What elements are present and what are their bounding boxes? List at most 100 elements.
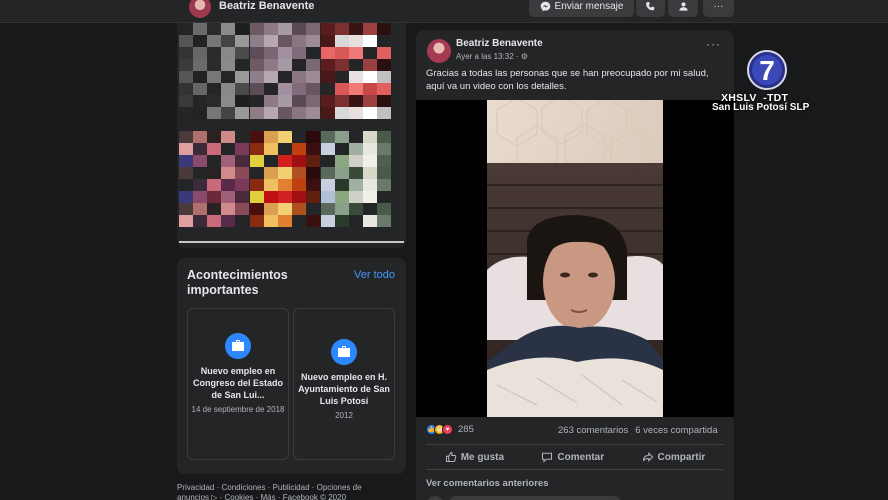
person-icon bbox=[678, 1, 688, 11]
photo-pixel bbox=[278, 95, 292, 107]
photo-pixel bbox=[377, 59, 391, 71]
photo-pixel bbox=[221, 59, 235, 71]
footer-links[interactable]: Privacidad · Condiciones · Publicidad · … bbox=[177, 483, 387, 500]
photo-pixel bbox=[335, 83, 349, 95]
post-options-button[interactable]: ··· bbox=[706, 38, 721, 50]
photo-pixel bbox=[321, 155, 335, 167]
photo-pixel bbox=[306, 155, 320, 167]
life-event-tile[interactable]: Nuevo empleo en Congreso del Estado de S… bbox=[187, 308, 289, 460]
view-previous-comments-link[interactable]: Ver comentarios anteriores bbox=[426, 478, 549, 489]
photo-pixel bbox=[278, 131, 292, 143]
photo-pixel bbox=[221, 167, 235, 179]
photo-pixel bbox=[321, 191, 335, 203]
photo-pixel bbox=[306, 47, 320, 59]
photo-pixel bbox=[221, 107, 235, 119]
photo-pixel bbox=[250, 143, 264, 155]
photo-pixel bbox=[193, 83, 207, 95]
post-author-avatar[interactable] bbox=[427, 39, 451, 63]
photo-thumbnail[interactable] bbox=[250, 23, 320, 119]
channel-logo-number: 7 bbox=[759, 55, 775, 86]
photo-pixel bbox=[321, 59, 335, 71]
photo-pixel bbox=[377, 131, 391, 143]
photo-pixel bbox=[278, 107, 292, 119]
more-options-button[interactable]: ··· bbox=[703, 0, 734, 17]
comments-count-link[interactable]: 263 comentarios bbox=[558, 425, 628, 436]
photo-pixel bbox=[306, 131, 320, 143]
post-author-name[interactable]: Beatriz Benavente bbox=[456, 38, 543, 49]
photo-pixel bbox=[207, 203, 221, 215]
post-timestamp[interactable]: Ayer a las 13:32 · ⚙ bbox=[456, 52, 528, 61]
life-event-tile[interactable]: Nuevo empleo en H. Ayuntamiento de San L… bbox=[293, 308, 395, 460]
photo-pixel bbox=[179, 107, 193, 119]
photo-pixel bbox=[349, 107, 363, 119]
life-event-title: Nuevo empleo en Congreso del Estado de S… bbox=[192, 366, 283, 400]
photo-pixel bbox=[363, 191, 377, 203]
profile-avatar[interactable] bbox=[187, 0, 213, 20]
life-events-title: Acontecimientos importantes bbox=[187, 268, 288, 297]
profile-name[interactable]: Beatriz Benavente bbox=[219, 0, 314, 12]
like-button[interactable]: Me gusta bbox=[445, 451, 504, 463]
photo-pixel bbox=[292, 95, 306, 107]
photo-pixel bbox=[363, 155, 377, 167]
photo-pixel bbox=[179, 131, 193, 143]
photo-pixel bbox=[193, 215, 207, 227]
photo-pixel bbox=[278, 143, 292, 155]
photo-pixel bbox=[179, 155, 193, 167]
photo-pixel bbox=[207, 167, 221, 179]
friend-status-button[interactable] bbox=[668, 0, 698, 17]
share-button[interactable]: Compartir bbox=[642, 451, 705, 463]
photo-pixel bbox=[321, 35, 335, 47]
photo-pixel bbox=[363, 59, 377, 71]
call-button[interactable] bbox=[636, 0, 665, 17]
photo-pixel bbox=[235, 155, 249, 167]
photo-pixel bbox=[179, 71, 193, 83]
photo-pixel bbox=[179, 167, 193, 179]
photo-pixel bbox=[207, 83, 221, 95]
photo-thumbnail[interactable] bbox=[179, 131, 249, 227]
messenger-icon bbox=[540, 1, 550, 11]
photo-pixel bbox=[235, 83, 249, 95]
shares-count-link[interactable]: 6 veces compartida bbox=[635, 425, 717, 436]
post-card: Beatriz Benavente Ayer a las 13:32 · ⚙ ·… bbox=[416, 30, 734, 500]
commenter-avatar[interactable] bbox=[426, 496, 444, 500]
send-message-button[interactable]: Enviar mensaje bbox=[529, 0, 634, 17]
photo-pixel bbox=[278, 23, 292, 35]
photo-pixel bbox=[278, 215, 292, 227]
photo-pixel bbox=[193, 71, 207, 83]
photo-pixel bbox=[193, 143, 207, 155]
photo-pixel bbox=[235, 107, 249, 119]
photo-pixel bbox=[264, 59, 278, 71]
photo-pixel bbox=[349, 215, 363, 227]
post-video[interactable] bbox=[416, 100, 734, 417]
photo-pixel bbox=[321, 131, 335, 143]
photo-pixel bbox=[377, 191, 391, 203]
photo-pixel bbox=[179, 191, 193, 203]
photo-pixel bbox=[207, 215, 221, 227]
photo-pixel bbox=[221, 179, 235, 191]
photo-pixel bbox=[278, 35, 292, 47]
photo-pixel bbox=[349, 167, 363, 179]
phone-icon bbox=[646, 1, 655, 10]
comment-bubble bbox=[450, 496, 620, 500]
video-frame bbox=[487, 100, 663, 417]
reactions-summary[interactable]: 👍 😆 ♥ 285 bbox=[426, 424, 474, 435]
photo-pixel bbox=[235, 47, 249, 59]
photo-pixel bbox=[235, 95, 249, 107]
photo-pixel bbox=[377, 203, 391, 215]
comment-button[interactable]: Comentar bbox=[541, 451, 604, 463]
photo-pixel bbox=[321, 179, 335, 191]
photo-pixel bbox=[207, 107, 221, 119]
photo-pixel bbox=[335, 203, 349, 215]
photo-thumbnail[interactable] bbox=[250, 131, 320, 227]
photo-thumbnail[interactable] bbox=[321, 131, 391, 227]
photo-thumbnail[interactable] bbox=[321, 23, 391, 119]
photo-pixel bbox=[377, 167, 391, 179]
photo-pixel bbox=[335, 47, 349, 59]
see-all-link[interactable]: Ver todo bbox=[354, 269, 395, 281]
photo-thumbnail[interactable] bbox=[179, 23, 249, 119]
photo-pixel bbox=[235, 203, 249, 215]
reaction-count: 285 bbox=[458, 424, 474, 435]
photo-pixel bbox=[377, 35, 391, 47]
photo-pixel bbox=[377, 71, 391, 83]
photo-pixel bbox=[264, 203, 278, 215]
